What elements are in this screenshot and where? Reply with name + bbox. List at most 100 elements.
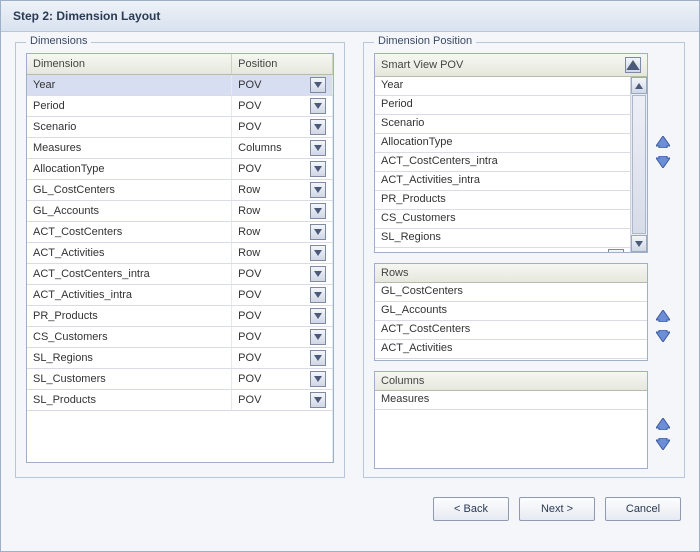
- dimension-cell[interactable]: ACT_Activities: [27, 243, 232, 264]
- position-cell[interactable]: POV: [232, 327, 333, 348]
- chevron-down-icon[interactable]: [310, 266, 326, 282]
- scroll-thumb[interactable]: [632, 95, 646, 234]
- position-cell[interactable]: POV: [232, 369, 333, 390]
- chevron-down-icon[interactable]: [310, 287, 326, 303]
- position-cell[interactable]: POV: [232, 96, 333, 117]
- dimension-position-fieldset: Dimension Position Smart View POV YearPe…: [363, 42, 685, 478]
- dimension-cell[interactable]: Measures: [27, 138, 232, 159]
- table-row[interactable]: SL_ProductsPOV: [27, 390, 333, 411]
- chevron-down-icon[interactable]: [310, 371, 326, 387]
- list-item[interactable]: Period: [375, 96, 630, 115]
- chevron-down-icon[interactable]: [310, 350, 326, 366]
- dimension-cell[interactable]: AllocationType: [27, 159, 232, 180]
- position-cell[interactable]: Columns: [232, 138, 333, 159]
- list-item[interactable]: ACT_Activities: [375, 340, 647, 359]
- table-row[interactable]: ACT_CostCentersRow: [27, 222, 333, 243]
- table-row[interactable]: SL_CustomersPOV: [27, 369, 333, 390]
- col-position-header[interactable]: Position: [232, 54, 333, 75]
- list-item[interactable]: GL_Accounts: [375, 302, 647, 321]
- table-row[interactable]: GL_CostCentersRow: [27, 180, 333, 201]
- position-cell[interactable]: POV: [232, 306, 333, 327]
- pov-move-down-button[interactable]: [654, 153, 672, 171]
- col-dimension-header[interactable]: Dimension: [27, 54, 232, 75]
- cols-move-up-button[interactable]: [654, 415, 672, 433]
- table-row[interactable]: SL_RegionsPOV: [27, 348, 333, 369]
- dimension-cell[interactable]: ACT_CostCenters_intra: [27, 264, 232, 285]
- dimension-cell[interactable]: SL_Regions: [27, 348, 232, 369]
- position-cell[interactable]: POV: [232, 348, 333, 369]
- columns-listbox[interactable]: Columns Measures: [374, 371, 648, 469]
- table-row[interactable]: MeasuresColumns: [27, 138, 333, 159]
- list-item[interactable]: CS_Customers: [375, 210, 630, 229]
- position-cell[interactable]: Row: [232, 222, 333, 243]
- chevron-down-icon[interactable]: [310, 98, 326, 114]
- table-row[interactable]: CS_CustomersPOV: [27, 327, 333, 348]
- table-row[interactable]: YearPOV: [27, 75, 333, 96]
- rows-move-down-button[interactable]: [654, 327, 672, 345]
- dimension-cell[interactable]: GL_CostCenters: [27, 180, 232, 201]
- scroll-up-icon[interactable]: [625, 57, 641, 73]
- table-row[interactable]: ACT_Activities_intraPOV: [27, 285, 333, 306]
- chevron-down-icon[interactable]: [310, 161, 326, 177]
- position-cell[interactable]: POV: [232, 75, 333, 96]
- dimension-cell[interactable]: ACT_CostCenters: [27, 222, 232, 243]
- dimension-cell[interactable]: GL_Accounts: [27, 201, 232, 222]
- scroll-down-icon[interactable]: [631, 235, 647, 252]
- position-cell[interactable]: POV: [232, 264, 333, 285]
- table-row[interactable]: ScenarioPOV: [27, 117, 333, 138]
- cancel-button[interactable]: Cancel: [605, 497, 681, 521]
- chevron-down-icon[interactable]: [310, 308, 326, 324]
- table-row[interactable]: GL_AccountsRow: [27, 201, 333, 222]
- list-item[interactable]: SL_Regions: [375, 229, 630, 248]
- list-item[interactable]: ACT_CostCenters: [375, 321, 647, 340]
- list-item[interactable]: SL_Customers: [375, 248, 630, 252]
- chevron-down-icon[interactable]: [310, 182, 326, 198]
- table-row[interactable]: ACT_ActivitiesRow: [27, 243, 333, 264]
- chevron-down-icon[interactable]: [310, 224, 326, 240]
- pov-move-up-button[interactable]: [654, 133, 672, 151]
- cols-move-down-button[interactable]: [654, 435, 672, 453]
- dimension-cell[interactable]: Scenario: [27, 117, 232, 138]
- list-item[interactable]: Year: [375, 77, 630, 96]
- list-item[interactable]: AllocationType: [375, 134, 630, 153]
- table-row[interactable]: ACT_CostCenters_intraPOV: [27, 264, 333, 285]
- position-cell[interactable]: Row: [232, 201, 333, 222]
- chevron-down-icon[interactable]: [608, 249, 624, 252]
- table-row[interactable]: PeriodPOV: [27, 96, 333, 117]
- list-item[interactable]: ACT_CostCenters_intra: [375, 153, 630, 172]
- rows-listbox[interactable]: Rows GL_CostCentersGL_AccountsACT_CostCe…: [374, 263, 648, 361]
- pov-listbox[interactable]: Smart View POV YearPeriodScenarioAllocat…: [374, 53, 648, 253]
- dimension-cell[interactable]: Year: [27, 75, 232, 96]
- position-cell[interactable]: POV: [232, 159, 333, 180]
- table-row[interactable]: AllocationTypePOV: [27, 159, 333, 180]
- chevron-down-icon[interactable]: [310, 203, 326, 219]
- dimension-cell[interactable]: Period: [27, 96, 232, 117]
- dimension-cell[interactable]: SL_Products: [27, 390, 232, 411]
- next-button[interactable]: Next >: [519, 497, 595, 521]
- dimension-cell[interactable]: CS_Customers: [27, 327, 232, 348]
- rows-move-up-button[interactable]: [654, 307, 672, 325]
- back-button[interactable]: < Back: [433, 497, 509, 521]
- chevron-down-icon[interactable]: [310, 119, 326, 135]
- list-item[interactable]: PR_Products: [375, 191, 630, 210]
- scroll-up-icon[interactable]: [631, 77, 647, 94]
- dimension-cell[interactable]: ACT_Activities_intra: [27, 285, 232, 306]
- chevron-down-icon[interactable]: [310, 140, 326, 156]
- chevron-down-icon[interactable]: [310, 392, 326, 408]
- position-cell[interactable]: Row: [232, 243, 333, 264]
- dimension-cell[interactable]: PR_Products: [27, 306, 232, 327]
- pov-scrollbar[interactable]: [630, 77, 647, 252]
- chevron-down-icon[interactable]: [310, 77, 326, 93]
- list-item[interactable]: Scenario: [375, 115, 630, 134]
- list-item[interactable]: ACT_Activities_intra: [375, 172, 630, 191]
- position-cell[interactable]: POV: [232, 117, 333, 138]
- dimension-cell[interactable]: SL_Customers: [27, 369, 232, 390]
- list-item[interactable]: GL_CostCenters: [375, 283, 647, 302]
- chevron-down-icon[interactable]: [310, 245, 326, 261]
- position-cell[interactable]: Row: [232, 180, 333, 201]
- position-cell[interactable]: POV: [232, 390, 333, 411]
- position-cell[interactable]: POV: [232, 285, 333, 306]
- chevron-down-icon[interactable]: [310, 329, 326, 345]
- table-row[interactable]: PR_ProductsPOV: [27, 306, 333, 327]
- list-item[interactable]: Measures: [375, 391, 647, 410]
